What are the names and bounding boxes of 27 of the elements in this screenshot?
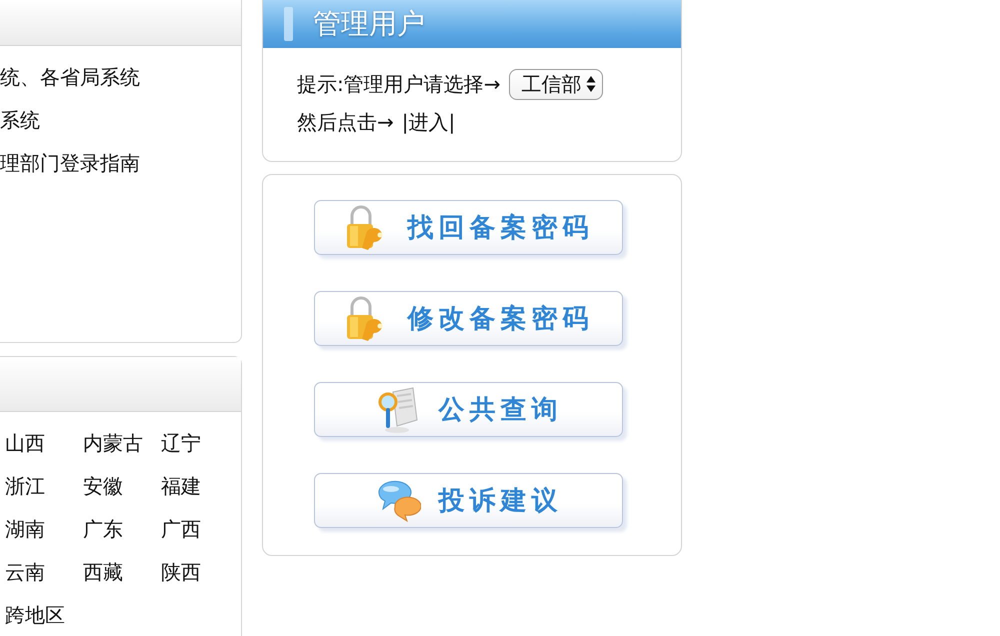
region-link[interactable]: 山西 <box>5 422 45 465</box>
instruction-text: 然后点击→ <box>297 108 394 136</box>
region-link[interactable]: 跨地区 <box>5 594 65 636</box>
region-link[interactable]: 西藏 <box>83 551 123 594</box>
region-link[interactable]: 浙江 <box>5 465 45 508</box>
accent-bar-icon <box>284 7 293 41</box>
action-button[interactable]: 公共查询 <box>314 382 623 437</box>
panel-title: 管理用户 <box>313 6 425 42</box>
region-link[interactable]: 内蒙古 <box>83 422 143 465</box>
region-link[interactable]: 陕西 <box>161 551 201 594</box>
department-select[interactable]: 工信部 <box>508 68 602 100</box>
region-link[interactable]: 广东 <box>83 508 123 551</box>
region-link[interactable]: 安徽 <box>83 465 123 508</box>
hint-text: 提示:管理用户请选择→ <box>297 70 500 98</box>
action-button[interactable]: 投诉建议 <box>314 473 623 528</box>
region-link[interactable]: 云南 <box>5 551 45 594</box>
region-link[interactable]: 辽宁 <box>161 422 201 465</box>
action-button[interactable]: 找回备案密码 <box>314 200 623 255</box>
action-button[interactable]: 修改备案密码 <box>314 291 623 346</box>
enter-link[interactable]: |进入| <box>402 108 456 136</box>
link-text[interactable]: 系统 <box>0 99 40 142</box>
region-link[interactable]: 福建 <box>161 465 201 508</box>
region-link[interactable]: 湖南 <box>5 508 45 551</box>
link-text[interactable]: 理部门登录指南 <box>0 142 140 185</box>
link-text[interactable]: 统、各省局系统 <box>0 56 140 99</box>
up-down-arrows-icon <box>586 75 596 93</box>
region-link[interactable]: 广西 <box>161 508 201 551</box>
